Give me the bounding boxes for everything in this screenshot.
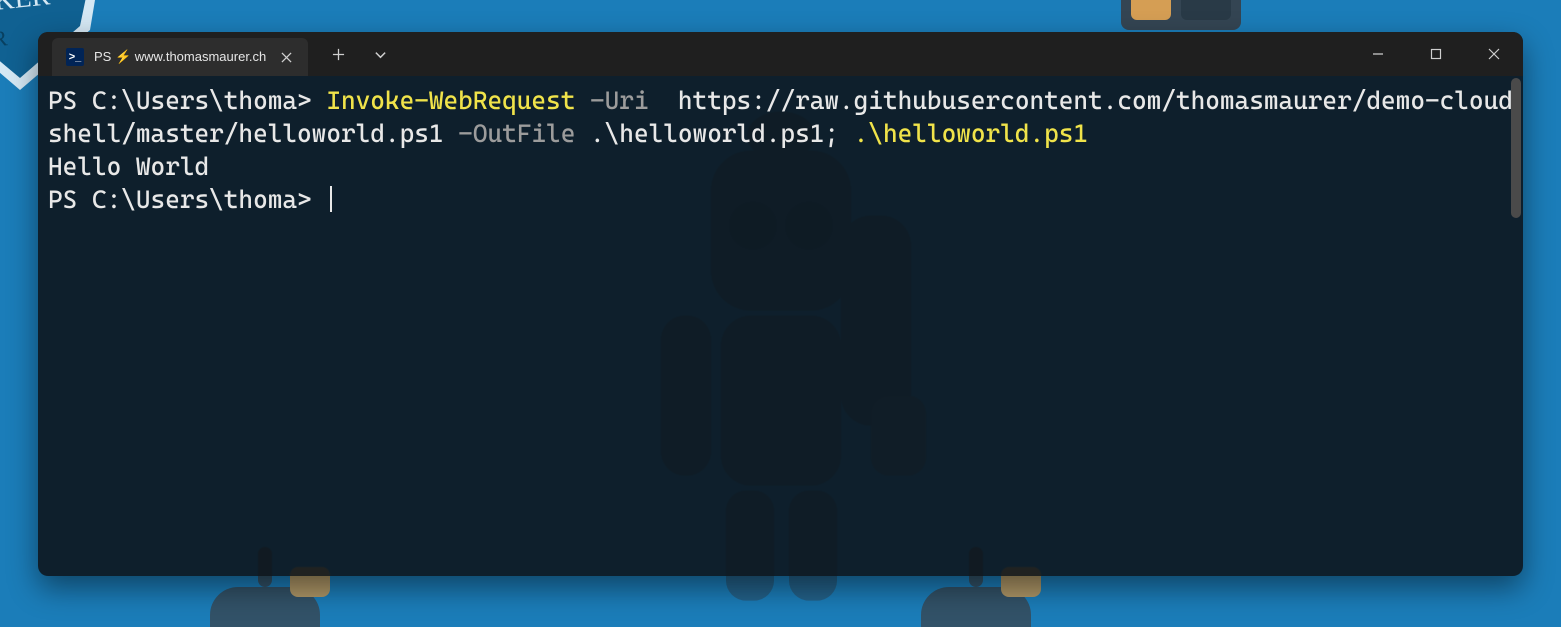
terminal-window: >_ PS ⚡ www.thomasmaurer.ch	[38, 32, 1523, 576]
window-controls	[1349, 32, 1523, 76]
token-arg-outfile: .\helloworld.ps1;	[590, 119, 854, 148]
tab-title: PS ⚡ www.thomasmaurer.ch	[94, 49, 266, 65]
token-param-outfile: -OutFile	[444, 119, 590, 148]
terminal-body[interactable]: PS C:\Users\thoma> Invoke-WebRequest -Ur…	[38, 76, 1523, 576]
titlebar-drag-region[interactable]	[400, 32, 1349, 76]
maximize-button[interactable]	[1407, 32, 1465, 76]
token-param-uri: -Uri	[575, 86, 663, 115]
prompt-line-1: PS C:\Users\thoma>	[48, 86, 326, 115]
tab-title-host: www.thomasmaurer.ch	[135, 49, 267, 64]
token-script-run: .\helloworld.ps1	[854, 119, 1088, 148]
output-line: Hello World	[48, 152, 209, 181]
minimize-button[interactable]	[1349, 32, 1407, 76]
tab-title-prefix: PS	[94, 49, 111, 64]
scrollbar-thumb[interactable]	[1511, 78, 1521, 218]
close-button[interactable]	[1465, 32, 1523, 76]
tab-actions	[308, 32, 400, 76]
scrollbar[interactable]	[1511, 78, 1521, 572]
tab-dropdown-button[interactable]	[360, 32, 400, 76]
new-tab-button[interactable]	[318, 32, 358, 76]
titlebar[interactable]: >_ PS ⚡ www.thomasmaurer.ch	[38, 32, 1523, 76]
tab-active[interactable]: >_ PS ⚡ www.thomasmaurer.ch	[52, 38, 308, 76]
powershell-icon: >_	[66, 48, 84, 66]
prompt-line-2: PS C:\Users\thoma>	[48, 185, 326, 214]
bolt-icon: ⚡	[115, 49, 131, 64]
token-cmdlet: Invoke-WebRequest	[326, 86, 575, 115]
tab-close-button[interactable]	[276, 47, 296, 67]
cursor	[330, 186, 332, 212]
powershell-icon-glyph: >_	[69, 52, 82, 63]
